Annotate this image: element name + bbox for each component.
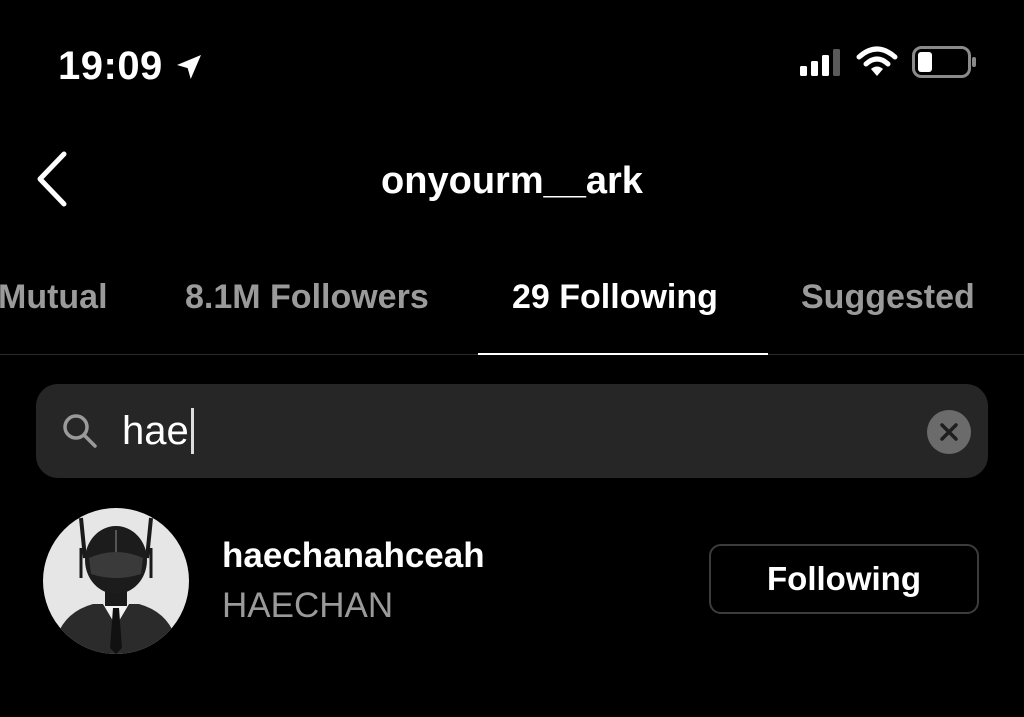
- tab-suggested[interactable]: Suggested: [801, 278, 975, 317]
- status-time: 19:09: [58, 44, 205, 89]
- avatar[interactable]: [43, 508, 189, 654]
- tab-followers[interactable]: 8.1M Followers: [185, 278, 429, 317]
- list-item[interactable]: haechanahceah HAECHAN Following: [0, 508, 1024, 656]
- search-icon: [63, 414, 97, 448]
- tab-bar: Mutual 8.1M Followers 29 Following Sugge…: [0, 272, 1024, 355]
- following-button[interactable]: Following: [709, 544, 979, 614]
- result-username[interactable]: haechanahceah: [222, 536, 485, 576]
- cellular-signal-icon: [800, 49, 840, 76]
- result-full-name: HAECHAN: [222, 586, 394, 625]
- tab-mutual[interactable]: Mutual: [0, 278, 108, 317]
- search-value: hae: [122, 408, 189, 453]
- search-input[interactable]: hae: [36, 384, 988, 478]
- clear-x-icon: [940, 423, 958, 441]
- active-tab-indicator: [478, 353, 768, 355]
- search-query: hae: [122, 406, 194, 456]
- avatar-image: [43, 508, 189, 654]
- tab-following[interactable]: 29 Following: [512, 278, 718, 317]
- location-arrow-icon: [176, 54, 201, 79]
- battery-icon: [912, 46, 976, 78]
- page-title: onyourm__ark: [381, 160, 643, 202]
- status-time-text: 19:09: [58, 44, 163, 88]
- clear-search-button[interactable]: [927, 410, 971, 454]
- wifi-icon: [856, 46, 898, 76]
- text-cursor: [190, 408, 194, 454]
- status-icons: [800, 46, 978, 78]
